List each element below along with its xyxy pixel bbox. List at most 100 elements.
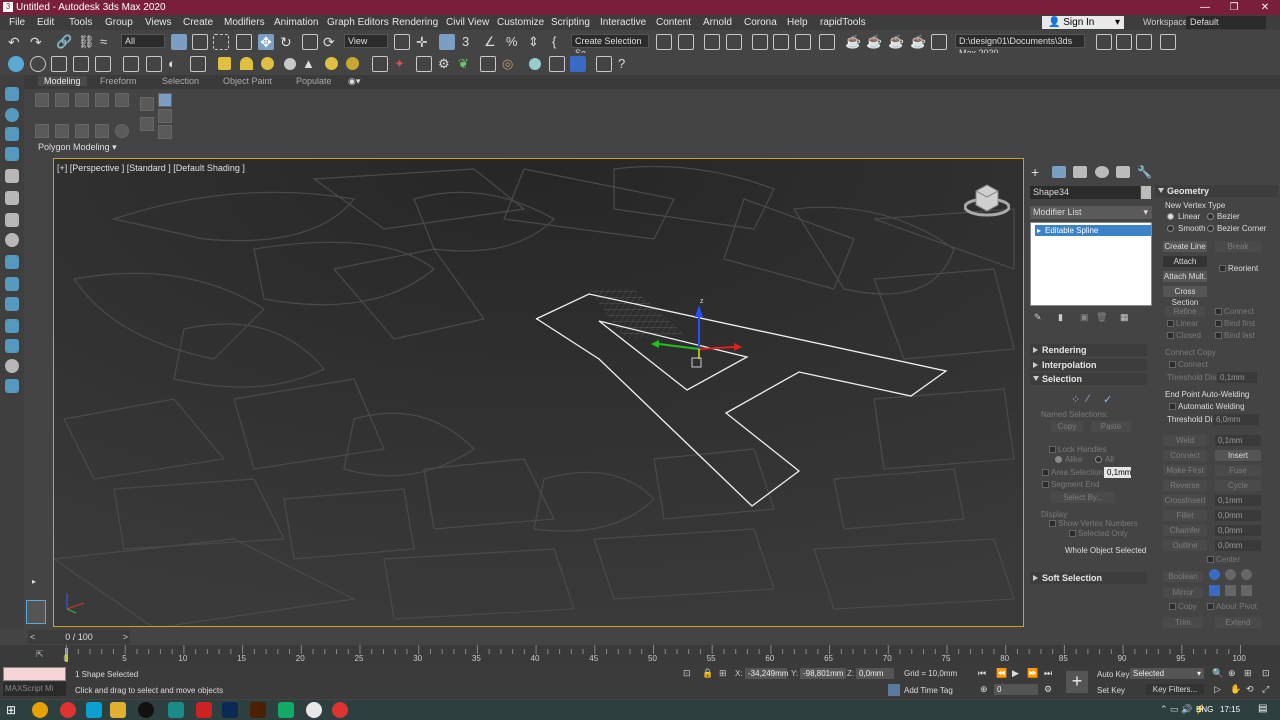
- perspective-viewport[interactable]: z [+] [Perspective ] [Standard ] [Defaul…: [53, 158, 1024, 627]
- trim-button[interactable]: Trim: [1163, 617, 1203, 628]
- time-slider[interactable]: < 0 / 100 >: [28, 630, 130, 644]
- geometry-rollout-header[interactable]: Geometry: [1155, 185, 1278, 197]
- tab-object-paint[interactable]: Object Paint: [223, 76, 272, 86]
- go-to-start-icon[interactable]: ⏮: [978, 668, 986, 679]
- utilities-tab-icon[interactable]: 🔧: [1137, 166, 1152, 178]
- telegram-icon[interactable]: [86, 702, 102, 718]
- absolute-mode-icon[interactable]: ⊞: [719, 668, 727, 679]
- rollout-soft-selection[interactable]: Soft Selection: [1030, 572, 1147, 584]
- menu-rapidtools[interactable]: rapidTools: [820, 15, 866, 30]
- menu-customize[interactable]: Customize: [497, 15, 544, 30]
- corona-chaos-scatter-icon[interactable]: ❦: [458, 56, 474, 72]
- select-and-scale-icon[interactable]: [302, 34, 318, 50]
- connect-copy-checkbox[interactable]: [1169, 361, 1176, 368]
- key-filters-button[interactable]: Key Filters...: [1146, 684, 1204, 695]
- reorient-checkbox[interactable]: [1219, 265, 1226, 272]
- camera-tool-icon[interactable]: [5, 339, 19, 353]
- select-by-button[interactable]: Select By...: [1051, 492, 1115, 503]
- maximize-icon[interactable]: ❐: [1219, 0, 1249, 15]
- material-editor-icon[interactable]: [795, 34, 811, 50]
- corona-fur-icon[interactable]: [480, 56, 496, 72]
- viewport-layout-icon[interactable]: [26, 600, 46, 624]
- menu-group[interactable]: Group: [105, 15, 133, 30]
- chamfer-button[interactable]: Chamfer: [1163, 525, 1207, 536]
- windows-start-icon[interactable]: ⊞: [6, 703, 16, 717]
- viewport-label[interactable]: [+] [Perspective ] [Standard ] [Default …: [57, 163, 245, 173]
- media-app-icon[interactable]: [138, 702, 154, 718]
- segment-subobject-icon[interactable]: ⁄: [1087, 393, 1089, 405]
- corona-converter-icon[interactable]: [73, 56, 89, 72]
- menu-file[interactable]: File: [9, 15, 25, 30]
- menu-tools[interactable]: Tools: [69, 15, 92, 30]
- rectangular-selection-icon[interactable]: [213, 34, 229, 50]
- angle-snap-icon[interactable]: ∠: [484, 34, 500, 50]
- mirror-vertical-icon[interactable]: [1225, 585, 1236, 596]
- motion-tab-icon[interactable]: [1095, 166, 1109, 178]
- corona-logo-icon[interactable]: [8, 56, 24, 72]
- menu-scripting[interactable]: Scripting: [551, 15, 590, 30]
- about-pivot-checkbox[interactable]: [1207, 603, 1214, 610]
- pin-stack-icon[interactable]: [158, 125, 172, 139]
- all-radio[interactable]: [1095, 456, 1102, 463]
- cloud-icon[interactable]: [30, 56, 46, 72]
- menu-graph-editors[interactable]: Graph Editors: [327, 15, 389, 30]
- schematic-view-icon[interactable]: [773, 34, 789, 50]
- stack-down-icon[interactable]: [75, 124, 89, 138]
- vertex-mode-icon[interactable]: [35, 93, 49, 107]
- yandex-icon[interactable]: [306, 702, 322, 718]
- corona-pattern-icon[interactable]: ✦: [394, 56, 410, 72]
- object-color-swatch[interactable]: [1141, 186, 1151, 199]
- layer-tool-icon[interactable]: [5, 169, 19, 183]
- border-mode-icon[interactable]: [75, 93, 89, 107]
- spinner-snap-icon[interactable]: ⇕: [528, 34, 544, 50]
- helper-tool-icon[interactable]: [5, 319, 19, 333]
- select-and-rotate-icon[interactable]: ↻: [280, 34, 296, 50]
- bind-first-checkbox[interactable]: [1215, 320, 1222, 327]
- y-coordinate-field[interactable]: -98,801mm: [800, 668, 846, 679]
- extend-button[interactable]: Extend: [1215, 617, 1261, 628]
- rollout-selection[interactable]: Selection: [1030, 373, 1147, 385]
- close-icon[interactable]: ✕: [1250, 0, 1280, 15]
- lock-tool-icon[interactable]: [5, 213, 19, 227]
- boolean-union-icon[interactable]: [1209, 569, 1220, 580]
- rendered-frame-window-icon[interactable]: ☕: [845, 34, 861, 50]
- collapse-stack-icon[interactable]: [115, 124, 129, 138]
- center-checkbox[interactable]: [1207, 556, 1214, 563]
- tab-populate[interactable]: Populate: [296, 76, 332, 86]
- light-tool-icon[interactable]: [5, 379, 19, 393]
- time-configuration-icon[interactable]: ⚙: [1044, 684, 1052, 695]
- app-icon-1[interactable]: [32, 702, 48, 718]
- current-frame-field[interactable]: 0: [994, 684, 1038, 695]
- file-explorer-icon[interactable]: [110, 702, 126, 718]
- stack-item-editable-spline[interactable]: ▸ Editable Spline: [1035, 225, 1151, 236]
- z-coordinate-field[interactable]: 0,0mm: [856, 668, 894, 679]
- chamfer-spinner[interactable]: 0,0mm: [1215, 525, 1261, 536]
- corona-sky-icon[interactable]: [346, 57, 359, 70]
- selection-filter-dropdown[interactable]: All: [121, 34, 165, 48]
- corona-decal-icon[interactable]: [372, 56, 388, 72]
- notifications-icon[interactable]: ▤: [1258, 703, 1267, 714]
- copy-selection-button[interactable]: Copy: [1051, 421, 1083, 432]
- weld-spinner[interactable]: 0,1mm: [1215, 435, 1261, 446]
- welding-threshold-spinner[interactable]: 6,0mm: [1213, 414, 1259, 425]
- cross-section-button[interactable]: Cross Section: [1163, 286, 1207, 307]
- polygon-mode-icon[interactable]: [95, 93, 109, 107]
- show-end-result-icon[interactable]: ▮: [1058, 312, 1063, 323]
- polygon-modeling-panel-label[interactable]: Polygon Modeling ▾: [38, 142, 117, 153]
- reference-coordinate-dropdown[interactable]: View: [344, 34, 388, 48]
- scene-explorer-icon[interactable]: [704, 34, 720, 50]
- modifier-list-dropdown[interactable]: Modifier List ▾: [1030, 206, 1152, 219]
- create-tab-icon[interactable]: +: [1031, 165, 1045, 179]
- pan-icon[interactable]: ✋: [1230, 684, 1241, 695]
- eye-tool-icon[interactable]: [5, 359, 19, 373]
- bind-last-checkbox[interactable]: [1215, 332, 1222, 339]
- corona-sun-icon[interactable]: ◐: [168, 56, 184, 72]
- render-in-cloud-icon[interactable]: [931, 34, 947, 50]
- auto-key-button[interactable]: Auto Key: [1097, 670, 1129, 679]
- named-selection-set-dropdown[interactable]: Create Selection Se: [571, 34, 649, 58]
- tab-selection[interactable]: Selection: [162, 76, 199, 86]
- pin-stack-icon[interactable]: ✎: [1034, 312, 1042, 323]
- attach-mult-button[interactable]: Attach Mult.: [1163, 271, 1207, 282]
- configure-sets-icon[interactable]: ▦: [1120, 312, 1129, 323]
- chrome-icon[interactable]: [60, 702, 76, 718]
